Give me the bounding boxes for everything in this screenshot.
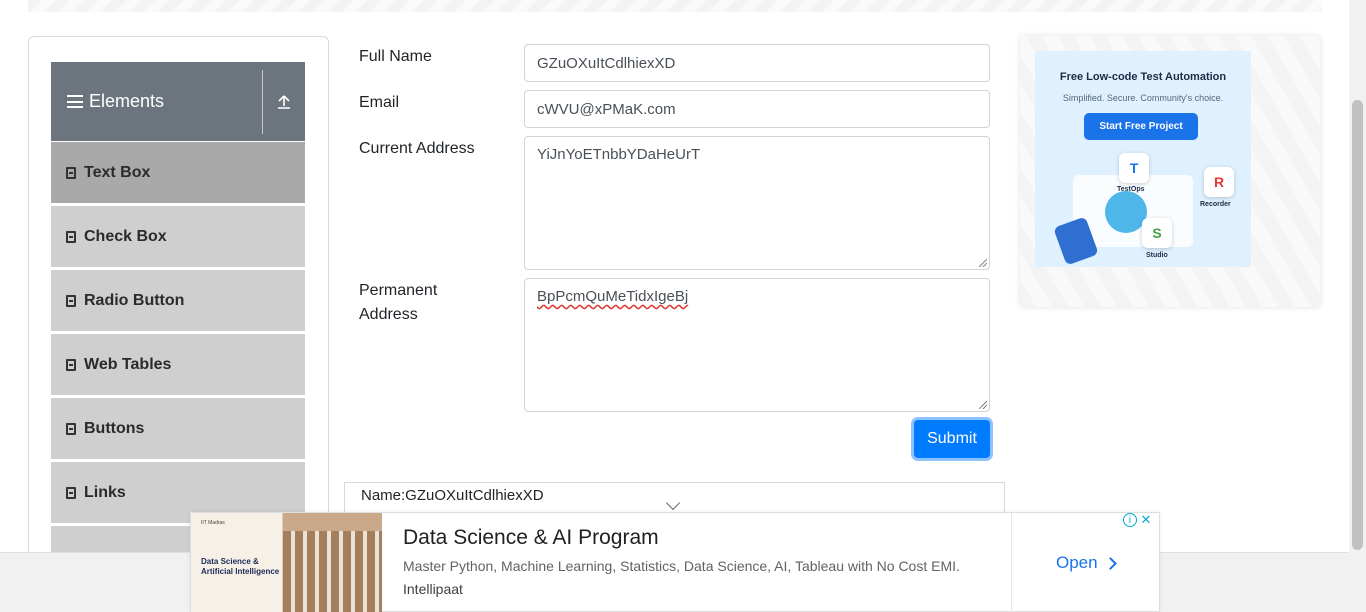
- file-icon: [66, 486, 76, 499]
- current-address-label: Current Address: [359, 140, 475, 157]
- elements-group-header[interactable]: Elements: [51, 62, 305, 141]
- side-ad[interactable]: Free Low-code Test Automation Simplified…: [1020, 36, 1320, 307]
- file-icon: [66, 358, 76, 371]
- file-icon: [66, 294, 76, 307]
- resize-handle[interactable]: [979, 259, 987, 267]
- sidebar-item-buttons[interactable]: Buttons: [51, 397, 305, 459]
- permanent-address-label: Permanent Address: [359, 282, 438, 323]
- top-banner: [28, 0, 1322, 12]
- submit-button[interactable]: Submit: [914, 420, 990, 458]
- ad-advertiser: Intellipaat: [403, 581, 463, 597]
- file-icon: [66, 166, 76, 179]
- side-ad-creative[interactable]: Free Low-code Test Automation Simplified…: [1035, 51, 1251, 267]
- chevron-down-icon: [665, 495, 681, 511]
- thumb-org: IIT Madras: [201, 520, 225, 526]
- full-name-label: Full Name: [359, 48, 432, 65]
- studio-label: Studio: [1146, 252, 1168, 259]
- file-icon: [66, 422, 76, 435]
- bottom-ad[interactable]: IIT Madras Data Science & Artificial Int…: [190, 512, 1160, 612]
- side-ad-title: Free Low-code Test Automation: [1059, 71, 1227, 83]
- ad-open-button[interactable]: Open: [1056, 553, 1117, 573]
- collapse-up-icon[interactable]: [263, 94, 305, 110]
- side-ad-cta[interactable]: Start Free Project: [1084, 113, 1198, 140]
- close-icon[interactable]: ✕: [1139, 513, 1153, 527]
- sidebar-item-label: Check Box: [84, 227, 167, 245]
- chevron-right-icon: [1103, 556, 1117, 570]
- resize-handle[interactable]: [979, 401, 987, 409]
- menu-icon: [67, 95, 83, 108]
- sidebar-item-label: Radio Button: [84, 291, 185, 309]
- scrollbar-thumb[interactable]: [1352, 100, 1363, 550]
- ad-description: Master Python, Machine Learning, Statist…: [403, 558, 960, 574]
- sidebar-item-web-tables[interactable]: Web Tables: [51, 333, 305, 395]
- sidebar-item-label: Text Box: [84, 163, 151, 181]
- side-ad-subtitle: Simplified. Secure. Community's choice.: [1062, 93, 1224, 103]
- sidebar-item-radio-button[interactable]: Radio Button: [51, 269, 305, 331]
- sidebar-item-check-box[interactable]: Check Box: [51, 205, 305, 267]
- recorder-label: Recorder: [1200, 201, 1231, 208]
- sidebar-item-label: Buttons: [84, 419, 145, 437]
- testops-label: TestOps: [1117, 186, 1145, 193]
- sidebar-item-label: Links: [84, 483, 126, 501]
- sidebar-item-label: Web Tables: [84, 355, 172, 373]
- group-title: Elements: [89, 91, 165, 111]
- ad-headline[interactable]: Data Science & AI Program: [403, 526, 659, 550]
- sidebar-item-text-box[interactable]: Text Box: [51, 141, 305, 203]
- current-address-textarea[interactable]: YiJnYoETnbbYDaHeUrT: [524, 136, 990, 270]
- email-label: Email: [359, 94, 400, 111]
- testops-tile: T: [1119, 153, 1149, 183]
- thumb-title: Data Science & Artificial Intelligence: [201, 557, 280, 576]
- file-icon: [66, 230, 76, 243]
- info-icon[interactable]: i: [1123, 513, 1137, 527]
- permanent-address-textarea[interactable]: BpPcmQuMeTidxIgeBj: [524, 278, 990, 412]
- ad-illustration-orb: [1105, 191, 1147, 233]
- email-input[interactable]: cWVU@xPMaK.com: [524, 90, 990, 128]
- ad-separator: [1011, 513, 1012, 612]
- full-name-input[interactable]: GZuOXuItCdlhiexXD: [524, 44, 990, 82]
- ad-thumbnail: IIT Madras Data Science & Artificial Int…: [191, 513, 382, 612]
- studio-tile: S: [1142, 218, 1172, 248]
- recorder-tile: R: [1204, 167, 1234, 197]
- adchoices[interactable]: i ✕: [1123, 513, 1153, 527]
- output-name: Name:GZuOXuItCdlhiexXD: [361, 487, 544, 504]
- scrollbar[interactable]: [1349, 0, 1366, 612]
